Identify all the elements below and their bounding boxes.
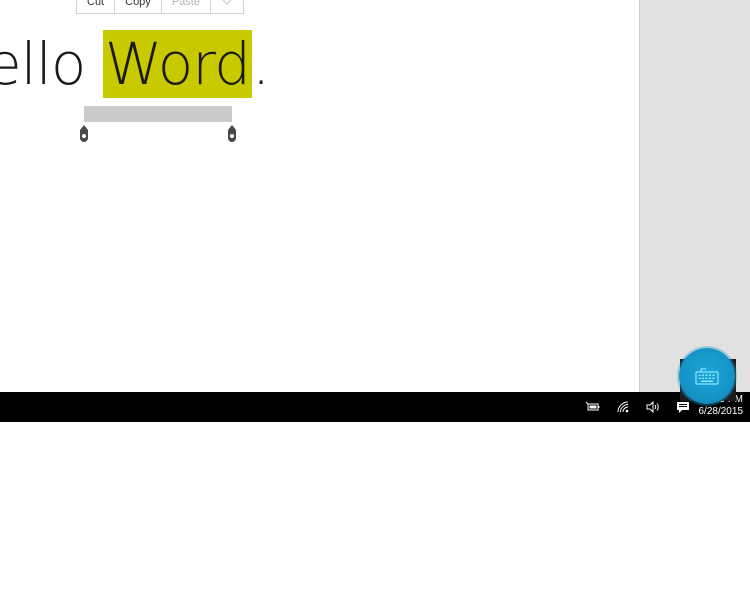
document-canvas[interactable]: Cut Copy Paste ello Word. (0, 0, 639, 392)
keyboard-toggle-button[interactable] (679, 348, 735, 404)
screen: Cut Copy Paste ello Word. 6/28/2015 (0, 0, 750, 600)
battery-icon[interactable] (585, 399, 601, 415)
context-toolbar: Cut Copy Paste (76, 0, 244, 14)
text-before-selection: ello (0, 30, 86, 98)
taskbar: 2:35 PM 6/28/2015 (0, 392, 750, 422)
selected-text[interactable]: Word (102, 30, 252, 98)
cut-button[interactable]: Cut (77, 0, 116, 13)
clock-date: 6/28/2015 (698, 406, 744, 417)
copy-button[interactable]: Copy (115, 0, 162, 13)
volume-icon[interactable] (645, 399, 661, 415)
selection-end-handle[interactable] (227, 125, 237, 142)
selection-underbar (84, 106, 232, 122)
paste-button[interactable]: Paste (162, 0, 211, 13)
action-center-icon[interactable] (675, 399, 691, 415)
side-panel (639, 0, 750, 392)
selection-start-handle[interactable] (79, 125, 89, 142)
document-text-line[interactable]: ello Word. (0, 22, 270, 106)
wifi-icon[interactable] (615, 399, 631, 415)
chevron-down-icon (222, 0, 232, 5)
text-after-selection: . (251, 30, 270, 98)
keyboard-icon (695, 368, 719, 385)
more-options-button[interactable] (211, 0, 243, 13)
